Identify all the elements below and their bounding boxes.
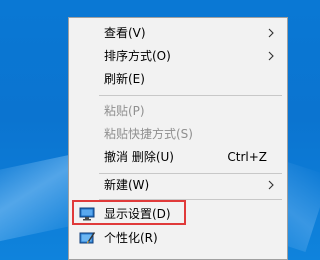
- chevron-right-icon: [268, 51, 274, 61]
- chevron-right-icon: [268, 180, 274, 190]
- menu-item-paste-label: 粘贴(P): [104, 104, 145, 118]
- menu-separator: [99, 95, 282, 96]
- menu-item-undo-delete-label: 撤消 删除(U): [104, 150, 174, 164]
- menu-item-new-label: 新建(W): [104, 178, 150, 192]
- menu-item-paste[interactable]: 粘贴(P): [69, 100, 287, 122]
- menu-item-sort-by-label: 排序方式(O): [104, 49, 171, 63]
- menu-item-view[interactable]: 查看(V): [69, 22, 287, 44]
- menu-item-personalize-label: 个性化(R): [104, 231, 158, 245]
- menu-item-refresh-label: 刷新(E): [104, 72, 145, 86]
- menu-item-personalize[interactable]: 个性化(R): [69, 227, 287, 249]
- chevron-right-icon: [268, 28, 274, 38]
- personalize-icon: [79, 232, 95, 244]
- menu-item-refresh[interactable]: 刷新(E): [69, 68, 287, 90]
- menu-item-paste-shortcut[interactable]: 粘贴快捷方式(S): [69, 123, 287, 145]
- highlight-box: [72, 200, 186, 225]
- menu-item-sort-by[interactable]: 排序方式(O): [69, 45, 287, 67]
- menu-item-new[interactable]: 新建(W): [69, 174, 287, 196]
- menu-item-view-label: 查看(V): [104, 26, 146, 40]
- menu-item-undo-delete-shortcut: Ctrl+Z: [227, 150, 267, 164]
- menu-item-undo-delete[interactable]: 撤消 删除(U) Ctrl+Z: [69, 146, 287, 168]
- menu-item-paste-shortcut-label: 粘贴快捷方式(S): [104, 127, 193, 141]
